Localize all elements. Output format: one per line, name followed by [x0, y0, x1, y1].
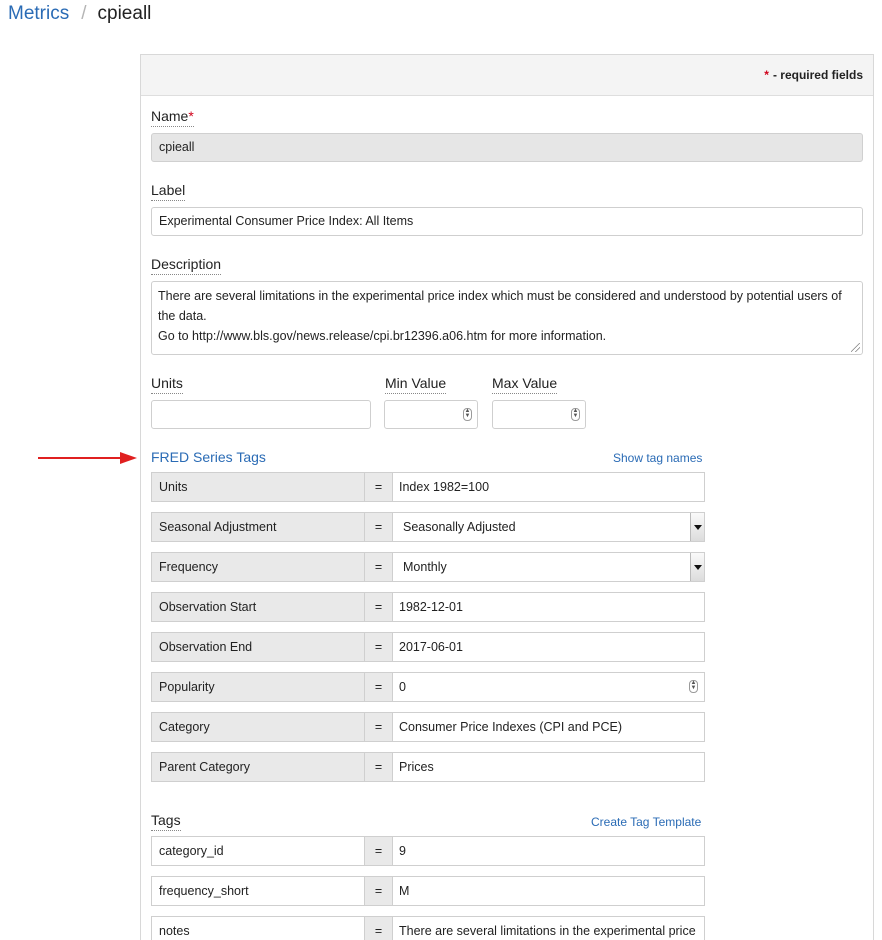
tag-value-input[interactable]: 1982-12-01	[392, 592, 705, 622]
fred-tag-row: Frequency = Monthly	[151, 552, 705, 582]
tag-key: Parent Category	[151, 752, 365, 782]
fred-tag-row: Seasonal Adjustment = Seasonally Adjuste…	[151, 512, 705, 542]
tag-row: category_id = 9	[151, 836, 705, 866]
breadcrumb-separator: /	[81, 3, 87, 24]
tag-equals: =	[365, 836, 392, 866]
create-tag-template-link[interactable]: Create Tag Template	[591, 815, 701, 829]
breadcrumb: Metrics / cpieall	[8, 3, 151, 27]
max-value-spinner-icon[interactable]: ▲ ▼	[571, 408, 580, 421]
tag-key: Popularity	[151, 672, 365, 702]
tag-equals: =	[365, 632, 392, 662]
tag-key-input[interactable]: notes	[151, 916, 365, 940]
chevron-down-icon[interactable]	[690, 513, 704, 541]
tag-row: frequency_short = M	[151, 876, 705, 906]
description-line-2: the data.	[158, 309, 207, 323]
tag-key-input[interactable]: frequency_short	[151, 876, 365, 906]
tag-key: Units	[151, 472, 365, 502]
tag-equals: =	[365, 592, 392, 622]
seasonal-adjustment-select[interactable]: Seasonally Adjusted	[392, 512, 705, 542]
tag-key: Category	[151, 712, 365, 742]
tag-value-input[interactable]: Prices	[392, 752, 705, 782]
select-value: Monthly	[403, 560, 447, 574]
fred-tag-row: Parent Category = Prices	[151, 752, 705, 782]
breadcrumb-current: cpieall	[97, 3, 152, 24]
min-value-input[interactable]: ▲ ▼	[384, 400, 478, 429]
required-star: *	[764, 68, 769, 82]
name-input[interactable]: cpieall	[151, 133, 863, 162]
required-fields-note: - required fields	[772, 68, 863, 82]
resize-grip-icon[interactable]	[851, 343, 860, 352]
tag-key: Observation End	[151, 632, 365, 662]
description-line-1: There are several limitations in the exp…	[158, 289, 842, 303]
tag-value-input[interactable]: 9	[392, 836, 705, 866]
label-input[interactable]: Experimental Consumer Price Index: All I…	[151, 207, 863, 236]
popularity-spinner-icon[interactable]: ▲ ▼	[689, 680, 698, 693]
min-value-label: Min Value	[385, 375, 447, 394]
tag-value-input[interactable]: Index 1982=100	[392, 472, 705, 502]
chevron-down-icon[interactable]	[690, 553, 704, 581]
tag-equals: =	[365, 552, 392, 582]
fred-tag-row: Category = Consumer Price Indexes (CPI a…	[151, 712, 705, 742]
tag-equals: =	[365, 752, 392, 782]
max-value-input[interactable]: ▲ ▼	[492, 400, 586, 429]
fred-tag-row: Units = Index 1982=100	[151, 472, 705, 502]
tag-key: Frequency	[151, 552, 365, 582]
description-label: Description	[151, 256, 222, 275]
tag-equals: =	[365, 512, 392, 542]
tag-row: notes = There are several limitations in…	[151, 916, 705, 940]
max-value-label: Max Value	[492, 375, 558, 394]
fred-tag-row: Observation End = 2017-06-01	[151, 632, 705, 662]
units-input[interactable]	[151, 400, 371, 429]
name-label: Name*	[151, 108, 194, 127]
min-value-spinner-icon[interactable]: ▲ ▼	[463, 408, 472, 421]
fred-tag-row: Observation Start = 1982-12-01	[151, 592, 705, 622]
panel-header: * - required fields	[141, 55, 873, 96]
tag-equals: =	[365, 876, 392, 906]
description-textarea[interactable]: There are several limitations in the exp…	[151, 281, 863, 355]
tags-title: Tags	[151, 812, 181, 831]
label-label: Label	[151, 182, 186, 201]
tag-key: Observation Start	[151, 592, 365, 622]
breadcrumb-metrics-link[interactable]: Metrics	[8, 3, 69, 25]
fred-tag-row: Popularity = 0 ▲ ▼	[151, 672, 705, 702]
tag-key-input[interactable]: category_id	[151, 836, 365, 866]
popularity-number-input[interactable]: 0 ▲ ▼	[392, 672, 705, 702]
tag-equals: =	[365, 672, 392, 702]
tag-equals: =	[365, 472, 392, 502]
number-value: 0	[399, 680, 406, 694]
tag-value-input[interactable]: 2017-06-01	[392, 632, 705, 662]
tag-key: Seasonal Adjustment	[151, 512, 365, 542]
fred-series-tags-title: FRED Series Tags	[151, 449, 266, 465]
annotation-arrow-icon	[38, 452, 137, 464]
name-required-star: *	[188, 108, 194, 124]
tag-equals: =	[365, 916, 392, 940]
tag-value-input[interactable]: M	[392, 876, 705, 906]
units-label: Units	[151, 375, 183, 394]
tag-value-input[interactable]: There are several limitations in the exp…	[392, 916, 705, 940]
tag-value-input[interactable]: Consumer Price Indexes (CPI and PCE)	[392, 712, 705, 742]
show-tag-names-link[interactable]: Show tag names	[613, 451, 702, 465]
frequency-select[interactable]: Monthly	[392, 552, 705, 582]
select-value: Seasonally Adjusted	[403, 520, 516, 534]
tag-equals: =	[365, 712, 392, 742]
description-line-3: Go to http://www.bls.gov/news.release/cp…	[158, 329, 607, 343]
